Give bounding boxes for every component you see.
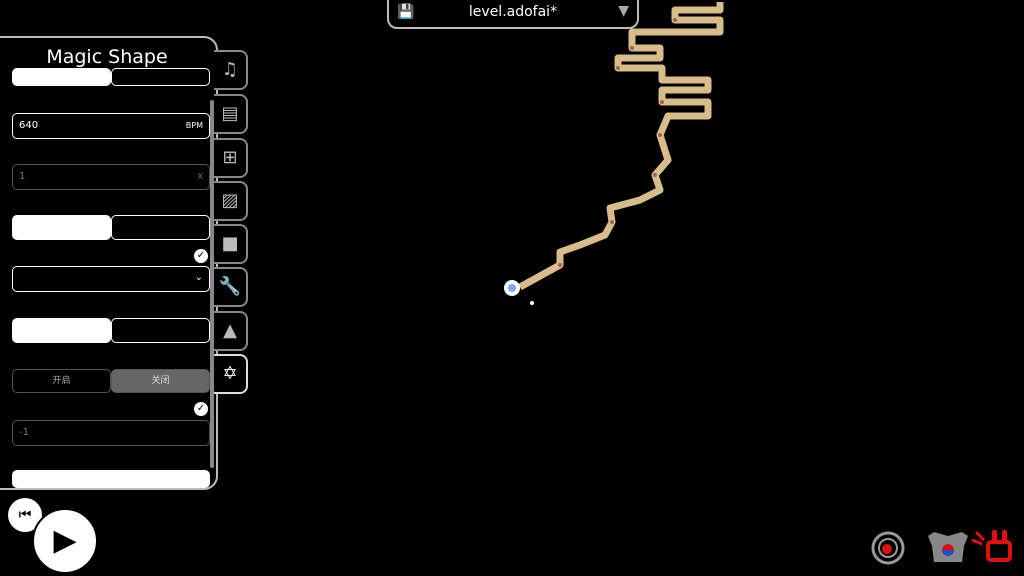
file-bar[interactable]: 💾 level.adofai* ▼: [387, 0, 639, 29]
check-icon[interactable]: ✓: [194, 402, 208, 416]
segment-option[interactable]: [111, 215, 210, 240]
star-of-david-icon: ✡: [222, 363, 238, 384]
panel-title: Magic Shape: [46, 46, 168, 68]
wrench-icon: 🔧: [218, 276, 242, 297]
tab-decoration[interactable]: ▲: [214, 311, 248, 351]
offset-value: -1: [19, 427, 29, 438]
music-note-icon: ♫: [221, 59, 239, 80]
segment-option[interactable]: [12, 68, 111, 86]
segment-toggle-3[interactable]: [12, 318, 210, 343]
on-off-toggle[interactable]: 开启 关闭: [12, 369, 210, 393]
segment-option[interactable]: [12, 215, 111, 240]
bpm-unit: BPM: [185, 121, 203, 130]
bottom-icons: [871, 530, 1012, 565]
multiplier-unit: X: [197, 172, 203, 181]
bpm-value: 640: [19, 120, 39, 131]
file-name: level.adofai*: [468, 4, 558, 20]
tab-image[interactable]: ▨: [214, 181, 248, 221]
tab-camera[interactable]: ■: [214, 224, 248, 264]
document-icon: ▤: [221, 103, 239, 124]
bpm-input[interactable]: 640 BPM: [12, 113, 210, 139]
tab-document[interactable]: ▤: [214, 94, 248, 134]
tab-music[interactable]: ♫: [214, 50, 248, 90]
camera-icon: ■: [221, 233, 239, 254]
red-gift-icon[interactable]: [971, 530, 1012, 562]
multiplier-value: 1: [19, 171, 26, 182]
event-panel: Magic Shape 640 BPM 1X ✓ ⌄ 开启 关闭 ✓ -1: [0, 36, 218, 490]
toggle-on-button[interactable]: 开启: [12, 369, 111, 393]
multiplier-input[interactable]: 1X: [12, 164, 210, 190]
bell-tree-icon: ▲: [223, 320, 237, 341]
tab-wrench[interactable]: 🔧: [214, 267, 248, 307]
toggle-off-button[interactable]: 关闭: [111, 369, 210, 393]
rewind-icon: ⏮: [18, 507, 32, 523]
tiles-icon: ⊞: [222, 147, 238, 168]
segment-option[interactable]: [12, 470, 210, 488]
check-icon[interactable]: ✓: [194, 249, 208, 263]
offset-input[interactable]: -1: [12, 420, 210, 446]
segment-toggle-2[interactable]: [12, 215, 210, 240]
target-icon[interactable]: [871, 531, 905, 565]
play-button[interactable]: ▶: [32, 508, 98, 574]
tab-magic-shape[interactable]: ✡: [214, 354, 248, 394]
segment-option[interactable]: [111, 318, 210, 343]
segment-toggle-1[interactable]: [12, 68, 210, 86]
white-bar[interactable]: [12, 470, 210, 488]
chevron-down-icon: ⌄: [194, 272, 203, 283]
segment-option[interactable]: [12, 318, 111, 343]
segment-option[interactable]: [111, 68, 210, 86]
armor-icon[interactable]: [928, 532, 968, 562]
dropdown-select[interactable]: ⌄: [12, 266, 210, 292]
triangle-down-icon[interactable]: ▼: [618, 3, 629, 19]
image-icon: ▨: [221, 190, 239, 211]
tab-tiles[interactable]: ⊞: [214, 138, 248, 178]
play-icon: ▶: [53, 523, 77, 558]
